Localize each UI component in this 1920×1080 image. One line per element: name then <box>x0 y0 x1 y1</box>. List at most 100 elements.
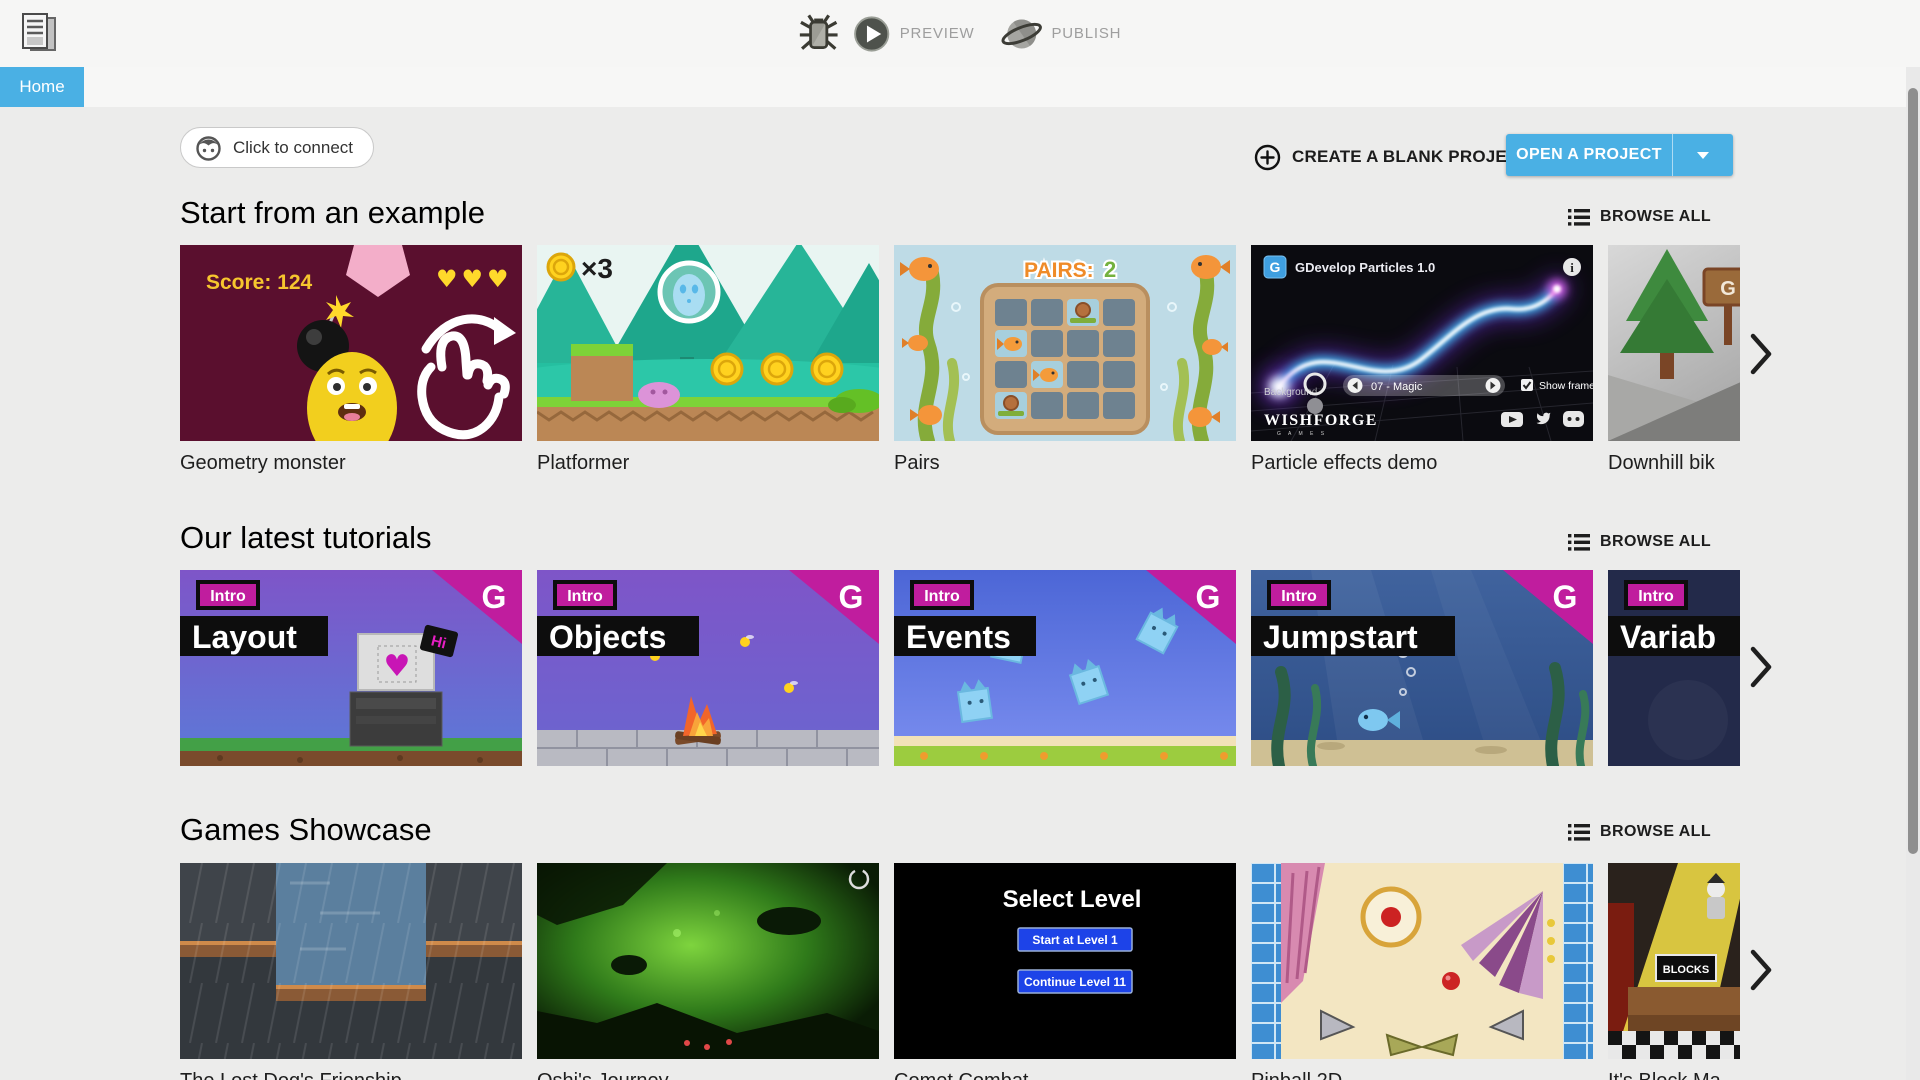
showcase-card-comet-combat[interactable]: Select Level Start at Level 1 Continue L… <box>894 863 1236 1080</box>
svg-text:Events: Events <box>906 619 1011 655</box>
browse-all-label: BROWSE ALL <box>1600 208 1711 225</box>
pinball-thumbnail <box>1251 863 1593 1059</box>
svg-text:Continue Level 11: Continue Level 11 <box>1024 975 1126 989</box>
slime <box>638 382 680 408</box>
home-page: Click to connect CREATE A BLANK PROJECT … <box>0 107 1906 1080</box>
play-icon <box>854 15 890 52</box>
svg-text:GDevelop Particles 1.0: GDevelop Particles 1.0 <box>1295 260 1435 275</box>
face-icon <box>196 135 221 161</box>
tutorial-layout-thumbnail: ♥ Hi G Intro Layout <box>180 570 522 766</box>
tutorial-card-variables[interactable]: +1 G Intro Variab <box>1608 570 1740 770</box>
example-card-platformer[interactable]: ×3 Platformer <box>537 245 879 490</box>
example-card-downhill-bike[interactable]: G Downhill bik <box>1608 245 1740 490</box>
coins <box>710 352 844 386</box>
list-icon <box>1568 823 1591 841</box>
svg-text:Layout: Layout <box>192 619 297 655</box>
pages-icon <box>22 12 56 51</box>
showcase-card-lost-dog[interactable]: The Lost Dog's Frienship <box>180 863 522 1080</box>
bug-icon <box>799 14 838 50</box>
section-title-showcase: Games Showcase <box>180 812 432 847</box>
showcase-card-block-man[interactable]: BLOCKS It's Block Ma <box>1608 863 1740 1080</box>
card-title: Oshi's Journey <box>537 1070 879 1080</box>
scrollbar-track[interactable] <box>1906 67 1920 1080</box>
topbar-center: PREVIEW PUBLISH <box>799 0 1122 67</box>
tutorial-events-thumbnail: G Intro Events <box>894 570 1236 766</box>
card-title: Comet Combat <box>894 1070 1236 1080</box>
showcase-row: The Lost Dog's Frienship Oshi's Journey <box>180 863 1740 1080</box>
card-title: Particle effects demo <box>1251 452 1438 474</box>
svg-text:Intro: Intro <box>1638 588 1674 605</box>
comet-combat-thumbnail: Select Level Start at Level 1 Continue L… <box>894 863 1236 1059</box>
svg-text:G: G <box>1270 259 1281 275</box>
tutorial-jumpstart-thumbnail: G Intro Jumpstart <box>1251 570 1593 766</box>
scrollbar-thumb[interactable] <box>1908 88 1918 854</box>
svg-text:Intro: Intro <box>210 588 246 605</box>
browse-all-label: BROWSE ALL <box>1600 823 1711 840</box>
example-card-geometry-monster[interactable]: Score: 124 ♥♥♥ Geometry monster <box>180 245 522 490</box>
svg-text:Jumpstart: Jumpstart <box>1263 619 1418 655</box>
geometry-monster-thumbnail: Score: 124 ♥♥♥ <box>180 245 522 441</box>
card-title: Downhill bik <box>1608 452 1715 474</box>
discord-icon <box>1563 411 1584 427</box>
svg-text:♥♥♥: ♥♥♥ <box>436 265 513 293</box>
effect-selector <box>1343 375 1505 396</box>
showcase-card-oshi[interactable]: Oshi's Journey <box>537 863 879 1080</box>
preview-label: PREVIEW <box>899 25 975 42</box>
gdevelop-window: PREVIEW PUBLISH Home Click to connect CR… <box>0 0 1920 1080</box>
tutorial-card-layout[interactable]: ♥ Hi G Intro Layout <box>180 570 522 770</box>
svg-text:Start at Level 1: Start at Level 1 <box>1032 933 1118 947</box>
showcase-next-button[interactable] <box>1742 947 1780 995</box>
card-title: It's Block Ma <box>1608 1070 1740 1080</box>
chevron-right-icon <box>1750 333 1772 374</box>
browse-all-tutorials-button[interactable]: BROWSE ALL <box>1562 532 1717 552</box>
create-blank-project-button[interactable]: CREATE A BLANK PROJECT <box>1248 139 1536 175</box>
connect-button[interactable]: Click to connect <box>180 127 374 168</box>
svg-text:Intro: Intro <box>924 588 960 605</box>
svg-text:G: G <box>1553 579 1578 615</box>
svg-text:2: 2 <box>1104 257 1116 282</box>
tutorials-next-button[interactable] <box>1742 644 1780 692</box>
tutorial-card-jumpstart[interactable]: G Intro Jumpstart <box>1251 570 1593 770</box>
block-man-thumbnail: BLOCKS <box>1608 863 1740 1059</box>
svg-text:G: G <box>482 579 507 615</box>
tutorial-card-objects[interactable]: G Intro Objects <box>537 570 879 770</box>
open-project-button[interactable]: OPEN A PROJECT <box>1506 134 1672 176</box>
svg-text:i: i <box>1570 260 1574 275</box>
project-manager-button[interactable] <box>14 8 64 58</box>
svg-text:Score: 124: Score: 124 <box>206 271 313 294</box>
show-frame-checkbox <box>1521 379 1533 391</box>
svg-text:07 - Magic: 07 - Magic <box>1371 381 1423 393</box>
svg-text:×3: ×3 <box>581 253 613 284</box>
publish-label: PUBLISH <box>1051 25 1122 42</box>
planet-icon <box>1001 19 1042 48</box>
examples-next-button[interactable] <box>1742 331 1780 379</box>
svg-text:Objects: Objects <box>549 619 666 655</box>
list-icon <box>1568 208 1591 226</box>
showcase-card-pinball[interactable]: Pinball 2D <box>1251 863 1593 1080</box>
svg-text:♥: ♥ <box>384 649 411 684</box>
card-title: The Lost Dog's Frienship <box>180 1070 522 1080</box>
svg-text:Variab: Variab <box>1620 619 1716 655</box>
connect-label: Click to connect <box>233 137 353 157</box>
open-project-dropdown-button[interactable] <box>1672 134 1732 176</box>
debugger-button[interactable] <box>799 14 839 54</box>
tab-home[interactable]: Home <box>0 67 84 107</box>
browse-all-showcase-button[interactable]: BROWSE ALL <box>1562 822 1717 842</box>
svg-text:Select Level: Select Level <box>1003 886 1142 913</box>
card-title: Geometry monster <box>180 452 346 474</box>
chevron-right-icon <box>1750 949 1772 990</box>
browse-all-examples-button[interactable]: BROWSE ALL <box>1562 207 1717 227</box>
open-project-split-button: OPEN A PROJECT <box>1506 134 1733 176</box>
topbar: PREVIEW PUBLISH <box>0 0 1920 67</box>
examples-row: Score: 124 ♥♥♥ Geometry monster ×3 Platf… <box>180 245 1740 490</box>
section-title-examples: Start from an example <box>180 195 485 230</box>
svg-text:WISHFORGE: WISHFORGE <box>1264 412 1378 429</box>
section-title-tutorials: Our latest tutorials <box>180 520 432 555</box>
example-card-pairs[interactable]: PAIRS: 2 Pairs <box>894 245 1236 490</box>
svg-text:G: G <box>1196 579 1221 615</box>
example-card-particle-effects[interactable]: G GDevelop Particles 1.0 i Background 07… <box>1251 245 1593 490</box>
card-title: Platformer <box>537 452 630 474</box>
tutorial-card-events[interactable]: G Intro Events <box>894 570 1236 770</box>
preview-button[interactable]: PREVIEW <box>853 15 975 53</box>
publish-button[interactable]: PUBLISH <box>1000 14 1121 54</box>
